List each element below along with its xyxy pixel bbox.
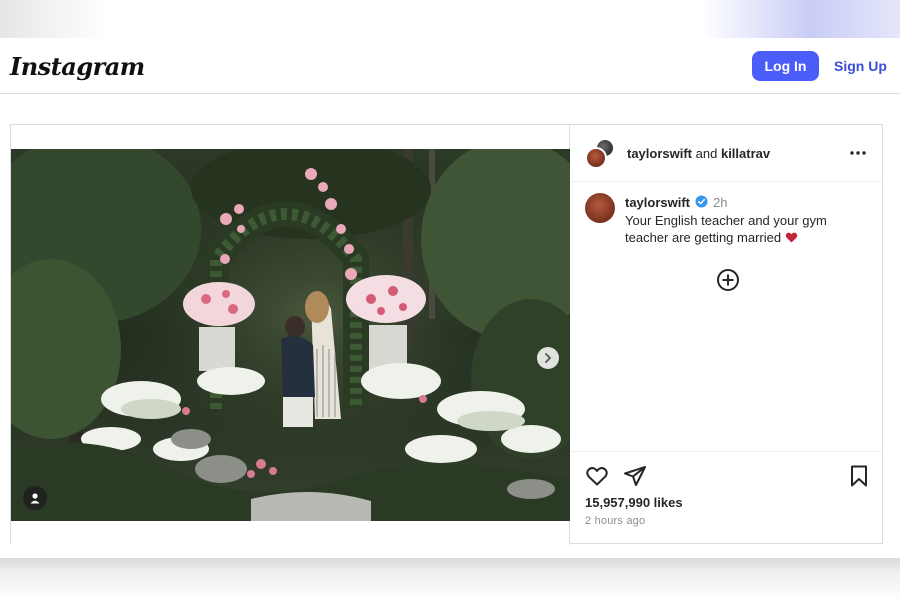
caption-avatar[interactable] — [585, 193, 615, 223]
post-header: taylorswift and killatrav — [571, 125, 883, 182]
heart-emoji — [785, 232, 797, 243]
bookmark-icon[interactable] — [847, 464, 871, 488]
post-media — [11, 125, 570, 545]
collab-joiner: and — [695, 146, 718, 161]
instagram-logo[interactable]: Instagram — [10, 52, 145, 81]
backdrop-bottom — [0, 558, 900, 600]
caption-username[interactable]: taylorswift — [625, 195, 690, 210]
post-side-panel: taylorswift and killatrav taylorswift 2h… — [571, 125, 883, 545]
next-slide-button[interactable] — [537, 347, 559, 369]
verified-badge-icon — [695, 195, 708, 208]
log-in-button[interactable]: Log In — [752, 51, 819, 81]
chevron-right-icon — [545, 353, 551, 363]
garden-photo-illustration — [11, 149, 570, 521]
more-options-button[interactable] — [847, 143, 869, 163]
caption-text-wrap: Your English teacher and your gym teache… — [625, 212, 865, 246]
collab-avatars[interactable] — [585, 138, 617, 170]
collab-partner-link[interactable]: killatrav — [721, 146, 770, 161]
sign-up-link[interactable]: Sign Up — [834, 51, 887, 81]
post-timestamp[interactable]: 2 hours ago — [585, 515, 645, 527]
send-icon[interactable] — [623, 464, 647, 488]
backdrop-top — [0, 0, 900, 38]
post-photo[interactable] — [11, 149, 570, 521]
top-navbar: Instagram Log In Sign Up — [0, 38, 900, 94]
post-actions: 15,957,990 likes 2 hours ago — [571, 451, 883, 545]
tagged-users-button[interactable] — [23, 486, 47, 510]
heart-icon[interactable] — [585, 464, 609, 488]
caption-timestamp[interactable]: 2h — [713, 195, 727, 210]
caption-block: taylorswift 2h Your English teacher and … — [571, 183, 883, 451]
plus-circle-icon[interactable] — [716, 268, 740, 292]
avatar-taylorswift — [585, 147, 607, 169]
post-card: taylorswift and killatrav taylorswift 2h… — [10, 124, 883, 545]
likes-count[interactable]: 15,957,990 likes — [585, 495, 683, 510]
collab-user-link[interactable]: taylorswift — [627, 146, 692, 161]
collab-usernames: taylorswift and killatrav — [627, 146, 770, 161]
user-tag-icon — [30, 493, 40, 504]
more-horizontal-icon — [850, 151, 866, 155]
